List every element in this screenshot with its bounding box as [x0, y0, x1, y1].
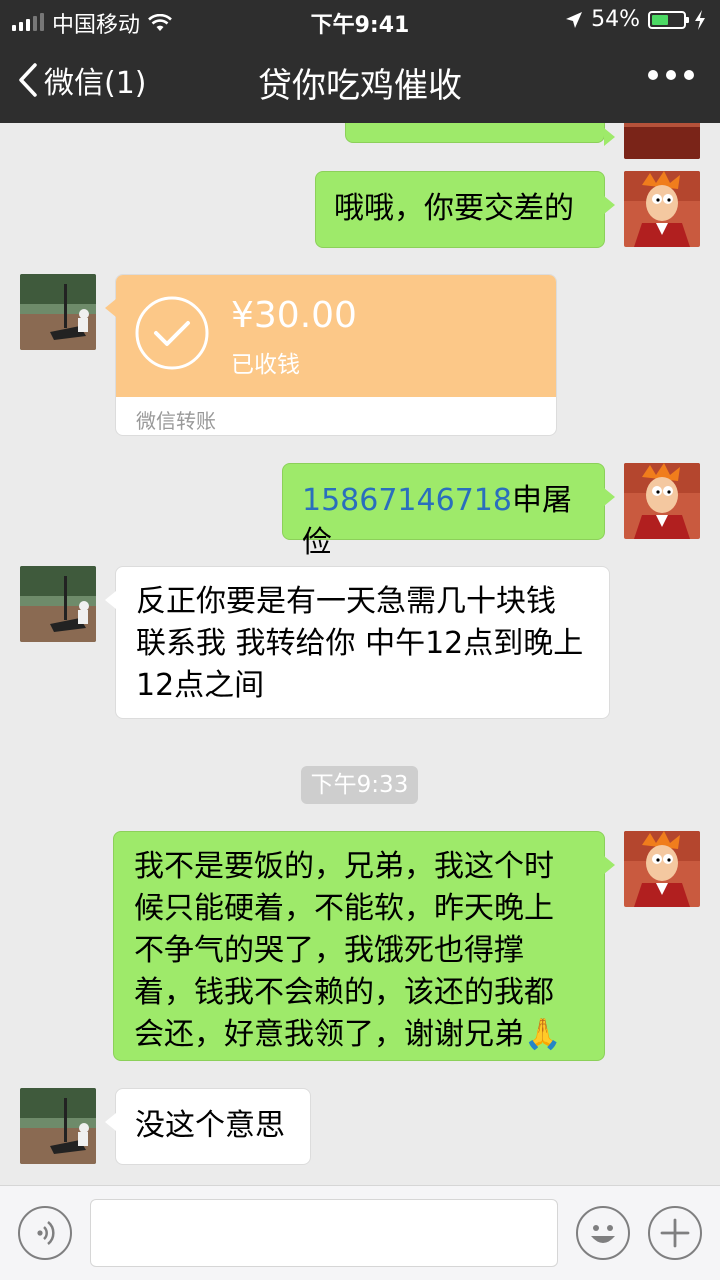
transfer-amount: ¥30.00 — [231, 295, 357, 336]
avatar-self[interactable] — [624, 171, 700, 247]
message-bubble-self[interactable]: 我不是要饭的，兄弟，我这个时 候只能硬着，不能软，昨天晚上 不争气的哭了，我饿死… — [113, 831, 615, 1061]
more-functions-button[interactable] — [648, 1206, 702, 1260]
emoji-button[interactable] — [576, 1206, 630, 1260]
top-bar: 中国移动 下午9:41 54% 微信(1) 贷你吃鸡催收 — [0, 0, 720, 123]
avatar-self[interactable] — [624, 463, 700, 539]
money-transfer-card[interactable]: ¥30.00 已收钱 微信转账 — [105, 274, 557, 436]
message-text-line: 反正你要是有一天急需几十块钱 — [136, 584, 556, 619]
status-bar: 中国移动 下午9:41 54% — [0, 0, 720, 40]
phone-number-link[interactable]: 15867146718 — [302, 483, 512, 518]
message-bubble-self[interactable]: 15867146718申屠俭 — [282, 463, 615, 560]
battery-fill — [652, 14, 668, 25]
avatar-contact[interactable] — [20, 1088, 96, 1164]
message-text-line: 会还，好意我领了，谢谢兄弟🙏 — [134, 1017, 562, 1052]
transfer-label: 微信转账 — [136, 409, 216, 433]
nav-bar: 微信(1) 贷你吃鸡催收 — [0, 40, 720, 123]
message-text: 哦哦，你要交差的 — [334, 191, 574, 226]
battery-icon — [648, 10, 689, 29]
more-options-button[interactable] — [648, 70, 694, 80]
chat-area[interactable]: 哦哦，你要交差的 ¥30.00 已收钱 微信转账 15867146718申屠俭 … — [0, 123, 720, 1185]
transfer-card-header: ¥30.00 已收钱 — [116, 275, 556, 397]
smiley-icon — [591, 1225, 615, 1243]
transfer-status: 已收钱 — [231, 352, 300, 378]
message-text-line: 联系我 我转给你 中午12点到晚上 — [136, 626, 584, 661]
chat-title: 贷你吃鸡催收 — [258, 66, 462, 106]
message-bubble-self[interactable]: 哦哦，你要交差的 — [315, 171, 615, 248]
battery-percent: 54% — [591, 7, 640, 32]
message-text-line: 着，钱我不会赖的，该还的我都 — [134, 975, 554, 1010]
time-divider: 下午9:33 — [301, 766, 418, 804]
message-text-line: 不争气的哭了，我饿死也得撑 — [134, 933, 524, 968]
avatar-contact[interactable] — [20, 566, 96, 642]
avatar-contact[interactable] — [20, 274, 96, 350]
message-bubble-contact[interactable]: 反正你要是有一天急需几十块钱 联系我 我转给你 中午12点到晚上 12点之间 — [105, 566, 610, 719]
message-text-line: 我不是要饭的，兄弟，我这个时 — [134, 849, 554, 884]
plus-icon — [660, 1218, 690, 1248]
avatar-self[interactable] — [624, 831, 700, 907]
voice-input-button[interactable] — [18, 1206, 72, 1260]
voice-wave-icon — [37, 1221, 55, 1245]
message-text: 没这个意思 — [135, 1108, 285, 1143]
avatar-self[interactable] — [624, 123, 700, 159]
message-input[interactable] — [90, 1199, 558, 1267]
message-bubble-partial[interactable] — [345, 123, 615, 146]
location-arrow-icon — [566, 11, 583, 28]
message-bubble-contact[interactable]: 没这个意思 — [105, 1088, 311, 1165]
input-bar — [0, 1185, 720, 1280]
message-text-line: 候只能硬着，不能软，昨天晚上 — [134, 891, 554, 926]
charging-bolt-icon — [695, 9, 705, 30]
message-text-line: 12点之间 — [136, 668, 265, 703]
check-circle-icon — [135, 296, 209, 370]
